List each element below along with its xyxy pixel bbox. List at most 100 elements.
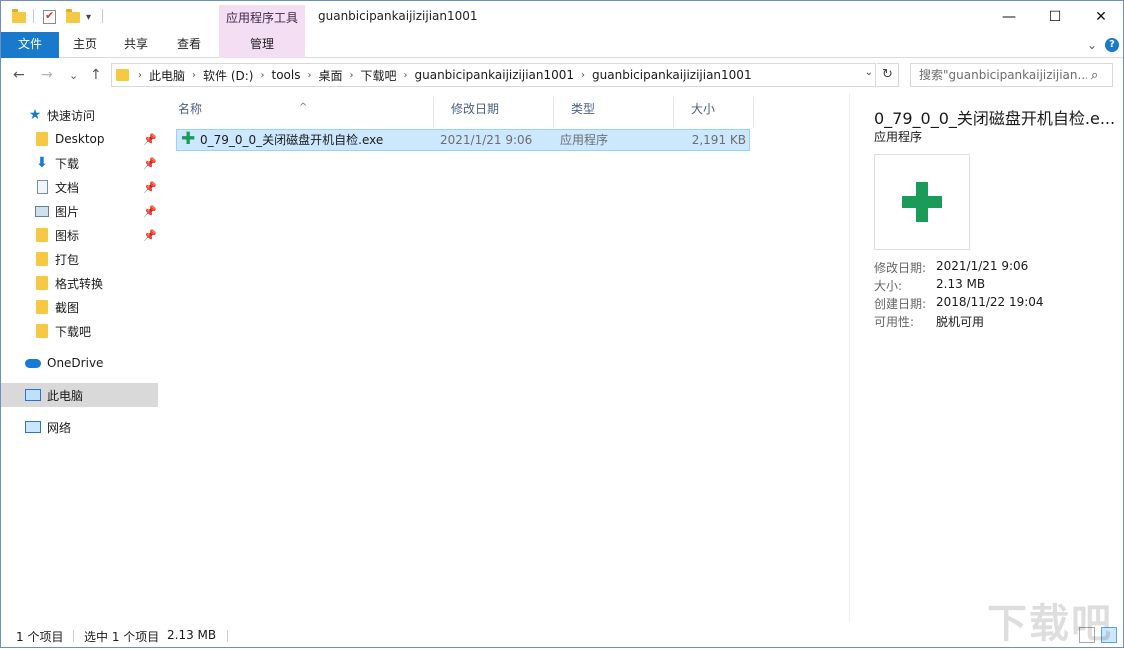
close-button[interactable]: ✕ [1078, 1, 1124, 32]
file-name: 0_79_0_0_关闭磁盘开机自检.exe [200, 133, 384, 147]
file-size: 2,191 KB [691, 133, 746, 147]
sidebar-item-documents[interactable]: 文档 📌 [1, 175, 158, 199]
file-type: 应用程序 [560, 133, 609, 147]
file-row-selected[interactable]: ✚ 0_79_0_0_关闭磁盘开机自检.exe 2021/1/21 9:06 应… [176, 129, 750, 151]
folder-icon [12, 7, 26, 27]
search-input[interactable] [911, 65, 1087, 85]
ribbon-tabs: 文件 主页 共享 查看 管理 ⌄ ? [1, 32, 1123, 58]
sidebar-item-label: 格式转换 [55, 276, 104, 291]
breadcrumb-xiazaiba[interactable]: 下载吧 [356, 67, 400, 84]
sort-ascending-icon: ^ [299, 102, 308, 113]
maximize-button[interactable]: ☐ [1032, 1, 1078, 32]
recent-locations-button[interactable]: ⌄ [69, 69, 78, 82]
preview-type: 应用程序 [874, 130, 923, 144]
sidebar-item-icons[interactable]: 图标 📌 [1, 223, 158, 247]
file-list: 名称 ^ 修改日期 类型 大小 ✚ 0_79_0_0_关闭磁盘开机自检.exe … [161, 93, 847, 623]
folder-icon [34, 251, 50, 267]
folder-icon [34, 227, 50, 243]
sidebar-item-screenshots[interactable]: 截图 [1, 295, 158, 319]
status-item-count: 1 个项目 [16, 630, 64, 644]
detail-key-modified: 修改日期: [874, 261, 927, 275]
sidebar-item-xiazaiba[interactable]: 下载吧 [1, 319, 158, 343]
breadcrumb-this-pc[interactable]: 此电脑 [145, 67, 189, 84]
breadcrumb-desktop[interactable]: 桌面 [314, 67, 346, 84]
detail-key-size: 大小: [874, 279, 903, 293]
sidebar-item-label: Desktop [55, 132, 105, 146]
sidebar-item-label: 此电脑 [47, 388, 84, 403]
sidebar-item-label: 文档 [55, 180, 80, 195]
search-box[interactable]: ⌕ [910, 63, 1113, 87]
network-icon [25, 419, 41, 435]
sidebar-item-network[interactable]: 网络 [1, 415, 158, 439]
breadcrumb-separator-icon: › [260, 69, 265, 81]
refresh-button[interactable]: ↻ [877, 63, 899, 87]
app-tools-context-header: 应用程序工具 [219, 5, 305, 32]
forward-button[interactable]: → [41, 67, 53, 83]
column-header-modified[interactable]: 修改日期 [434, 97, 554, 127]
detail-value-size: 2.13 MB [936, 277, 986, 291]
breadcrumb-folder-parent[interactable]: guanbicipankaijizijian1001 [411, 68, 579, 82]
detail-key-created: 创建日期: [874, 297, 927, 311]
minimize-button[interactable]: — [986, 1, 1032, 32]
sidebar-item-label: 网络 [47, 420, 72, 435]
exe-plus-icon: ✚ [181, 129, 196, 149]
sidebar-item-quick-access[interactable]: ★ 快速访问 [1, 103, 158, 127]
customize-quick-access-icon[interactable]: ▾ [86, 7, 91, 27]
sidebar-item-onedrive[interactable]: OneDrive [1, 351, 158, 375]
expand-ribbon-icon[interactable]: ⌄ [1087, 38, 1097, 52]
breadcrumb-drive[interactable]: 软件 (D:) [199, 67, 257, 84]
new-folder-icon[interactable] [66, 7, 80, 27]
pin-icon[interactable]: 📌 [143, 181, 157, 194]
sidebar-item-downloads[interactable]: ⬇ 下载 📌 [1, 151, 158, 175]
help-icon[interactable]: ? [1105, 38, 1119, 52]
tab-manage[interactable]: 管理 [219, 32, 305, 58]
exe-plus-icon [902, 196, 942, 208]
column-header-type[interactable]: 类型 [554, 97, 674, 127]
pin-icon[interactable]: 📌 [143, 205, 157, 218]
sidebar-item-this-pc[interactable]: 此电脑 [1, 383, 158, 407]
preview-title: 0_79_0_0_关闭磁盘开机自检.e... [874, 109, 1114, 128]
tab-share[interactable]: 共享 [114, 32, 158, 58]
column-header-name[interactable]: 名称 ^ [161, 97, 434, 127]
breadcrumb-separator-icon: › [307, 69, 312, 81]
search-icon[interactable]: ⌕ [1087, 68, 1098, 83]
sidebar-item-dabao[interactable]: 打包 [1, 247, 158, 271]
pin-icon[interactable]: 📌 [143, 229, 157, 242]
tab-view[interactable]: 查看 [167, 32, 211, 58]
explorer-window: ▾ 应用程序工具 guanbicipankaijizijian1001 — ☐ … [0, 0, 1124, 648]
breadcrumb-separator-icon: › [349, 69, 354, 81]
detail-value-availability: 脱机可用 [936, 315, 985, 329]
status-bar: 1 个项目 选中 1 个项目 2.13 MB [1, 623, 1123, 647]
sidebar-item-format-convert[interactable]: 格式转换 [1, 271, 158, 295]
breadcrumb-folder-current[interactable]: guanbicipankaijizijian1001 [588, 68, 756, 82]
picture-icon [34, 203, 50, 219]
address-dropdown-icon[interactable]: ⌄ [865, 67, 873, 78]
breadcrumb-tools[interactable]: tools [267, 68, 304, 82]
detail-key-availability: 可用性: [874, 315, 915, 329]
pin-icon[interactable]: 📌 [143, 157, 157, 170]
sidebar-item-desktop[interactable]: Desktop 📌 [1, 127, 158, 151]
folder-icon [34, 299, 50, 315]
tab-file[interactable]: 文件 [1, 32, 59, 58]
navigation-pane: ★ 快速访问 Desktop 📌 ⬇ 下载 📌 文档 📌 图片 📌 图标 📌 打… [1, 93, 159, 623]
address-bar[interactable]: › 此电脑 › 软件 (D:) › tools › 桌面 › 下载吧 › gua… [111, 63, 876, 87]
sidebar-item-label: 图标 [55, 228, 80, 243]
tab-home[interactable]: 主页 [63, 32, 107, 58]
up-button[interactable]: ↑ [90, 67, 102, 83]
breadcrumb-separator-icon: › [192, 69, 197, 81]
back-button[interactable]: ← [13, 67, 25, 83]
pin-icon[interactable]: 📌 [143, 133, 157, 146]
quick-access-divider [33, 9, 34, 23]
column-header-size[interactable]: 大小 [674, 97, 754, 127]
sidebar-item-label: 下载吧 [55, 324, 92, 339]
breadcrumb-separator-icon: › [581, 69, 586, 81]
sidebar-item-label: OneDrive [47, 356, 104, 370]
detail-value-created: 2018/11/22 19:04 [936, 295, 1044, 309]
folder-icon [116, 69, 129, 81]
sidebar-item-label: 图片 [55, 204, 80, 219]
sidebar-item-label: 截图 [55, 300, 80, 315]
properties-icon[interactable] [43, 7, 56, 27]
sidebar-item-pictures[interactable]: 图片 📌 [1, 199, 158, 223]
navigation-bar: ← → ⌄ ↑ › 此电脑 › 软件 (D:) › tools › 桌面 › 下… [1, 59, 1123, 93]
watermark-logo: 下载吧 [987, 601, 1113, 647]
